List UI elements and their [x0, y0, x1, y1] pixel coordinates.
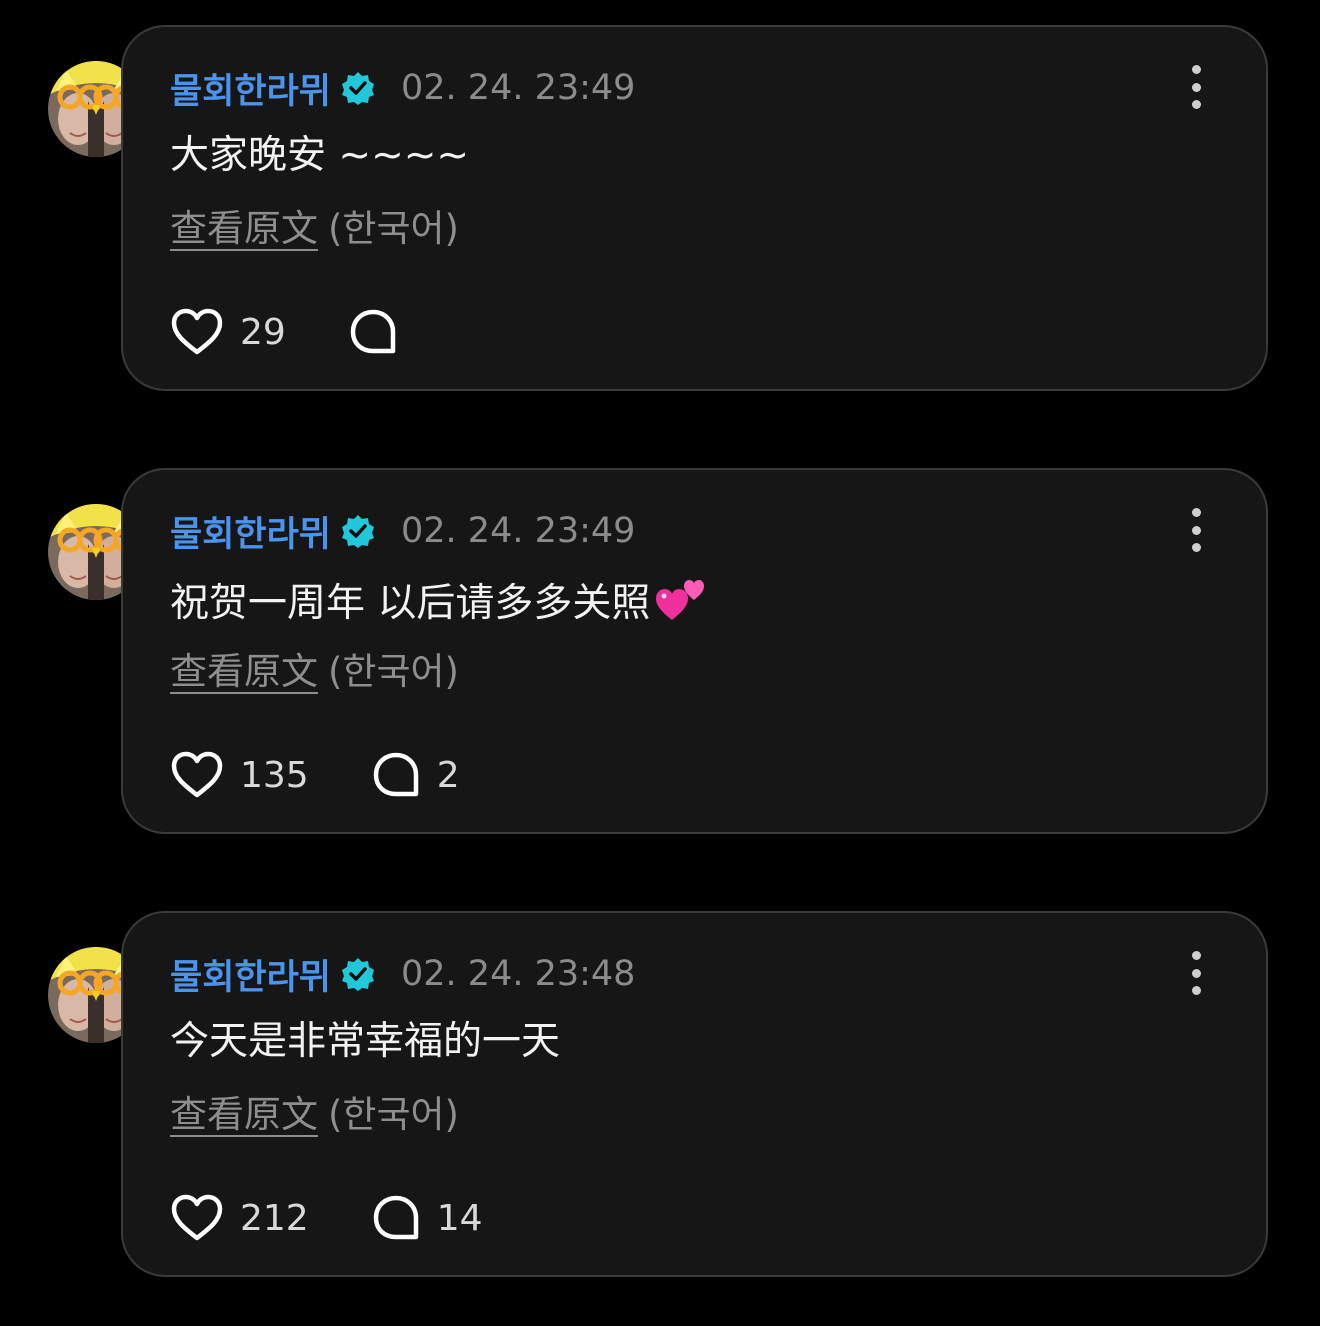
translate-row: 查看原文 (한국어) [170, 207, 459, 251]
heart-icon [171, 308, 223, 355]
dot-icon [1191, 543, 1201, 552]
post-header: 물회한라뮈 02. 24. 23:49 [170, 63, 635, 113]
post-message: 祝贺一周年 以后请多多关照 [170, 574, 708, 637]
post-card: 물회한라뮈 02. 24. 23:49 大家晚安 ~~~~ 查看原文(한국어) [121, 25, 1268, 391]
dot-icon [1191, 951, 1201, 960]
like-count: 212 [240, 1197, 309, 1239]
message-text: 大家晚安 ~~~~ [170, 133, 470, 178]
verified-badge-icon [341, 957, 375, 991]
post-message: 今天是非常幸福的一天 [170, 1017, 560, 1067]
like-button[interactable]: 135 [170, 750, 309, 800]
post-header: 물회한라뮈 02. 24. 23:48 [170, 949, 635, 999]
reply-count: 14 [436, 1197, 483, 1239]
reply-button[interactable] [348, 307, 434, 357]
post-actions: 135 2 [170, 748, 460, 802]
comment-bubble-icon [350, 309, 396, 354]
comment-bubble-icon [373, 1195, 418, 1240]
message-text: 祝贺一周年 以后请多多关照 [170, 581, 651, 626]
post-card: 물회한라뮈 02. 24. 23:48 今天是非常幸福的一天 查看原文 (한국어) [121, 911, 1268, 1277]
post-actions: 29 [170, 305, 434, 359]
heart-icon [171, 751, 223, 798]
post-card: 물회한라뮈 02. 24. 23:49 祝贺一周年 以后请多多关照 查看原文 (… [121, 468, 1268, 834]
post-header: 물회한라뮈 02. 24. 23:49 [170, 506, 635, 556]
dot-icon [1191, 82, 1201, 92]
more-options-button[interactable] [1178, 951, 1214, 995]
more-options-button[interactable] [1178, 65, 1214, 109]
original-language: (한국어) [328, 1093, 459, 1136]
post-1: 물회한라뮈 02. 24. 23:49 大家晚安 ~~~~ 查看原文(한국어) [0, 25, 1320, 397]
view-original-link[interactable]: 查看原文 [170, 650, 318, 693]
post-2: 물회한라뮈 02. 24. 23:49 祝贺一周年 以后请多多关照 查看原文 (… [0, 468, 1320, 840]
post-timestamp: 02. 24. 23:48 [401, 954, 636, 994]
dot-icon [1191, 508, 1201, 517]
author-name[interactable]: 물회한라뮈 [170, 63, 331, 114]
like-count: 29 [240, 311, 286, 353]
like-button[interactable]: 29 [170, 307, 286, 357]
heart-icon [171, 1194, 223, 1241]
post-3: 물회한라뮈 02. 24. 23:48 今天是非常幸福的一天 查看原文 (한국어) [0, 911, 1320, 1283]
translate-row: 查看原文 (한국어) [170, 650, 459, 694]
post-timestamp: 02. 24. 23:49 [401, 511, 636, 551]
verified-badge-icon [341, 71, 375, 105]
dot-icon [1191, 968, 1201, 978]
post-message: 大家晚安 ~~~~ [170, 131, 469, 181]
dot-icon [1191, 525, 1201, 535]
original-language: (한국어) [328, 207, 459, 250]
author-name[interactable]: 물회한라뮈 [170, 949, 331, 1000]
view-original-link[interactable]: 查看原文 [170, 1093, 318, 1136]
reply-count: 2 [436, 754, 460, 796]
dot-icon [1191, 65, 1201, 74]
post-timestamp: 02. 24. 23:49 [401, 68, 636, 108]
author-name[interactable]: 물회한라뮈 [170, 506, 331, 557]
dot-icon [1191, 100, 1201, 109]
verified-badge-icon [341, 514, 375, 548]
post-actions: 212 14 [170, 1191, 483, 1245]
like-count: 135 [240, 754, 309, 796]
dot-icon [1191, 986, 1201, 995]
translate-row: 查看原文 (한국어) [170, 1093, 459, 1137]
two-hearts-emoji-icon [654, 574, 708, 637]
reply-button[interactable]: 2 [371, 750, 460, 800]
original-language: (한국어) [328, 650, 459, 693]
more-options-button[interactable] [1178, 508, 1214, 552]
message-text: 今天是非常幸福的一天 [170, 1019, 561, 1064]
reply-button[interactable]: 14 [371, 1193, 483, 1243]
comment-bubble-icon [373, 752, 418, 797]
like-button[interactable]: 212 [170, 1193, 309, 1243]
view-original-link[interactable]: 查看原文 [170, 207, 318, 250]
